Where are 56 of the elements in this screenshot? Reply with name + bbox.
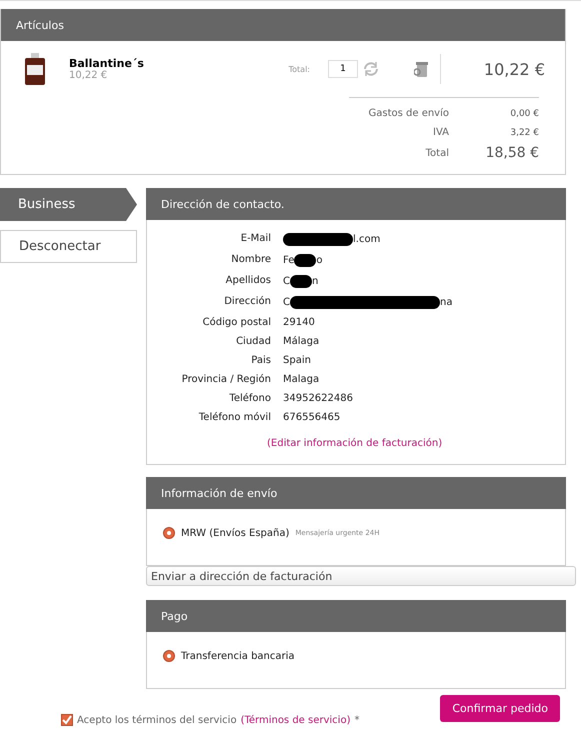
summary-value: 0,00 € xyxy=(510,108,539,118)
confirm-button[interactable]: Confirmar pedido xyxy=(440,695,560,722)
bottle-icon xyxy=(23,53,47,85)
payment-header: Pago xyxy=(146,600,566,632)
sidebar-item[interactable]: Business xyxy=(0,188,137,221)
option-label: Transferencia bancaria xyxy=(181,650,295,662)
field-value: Spain xyxy=(283,355,311,366)
field-value: 34952622486 xyxy=(283,393,353,404)
field-label: E-Mail xyxy=(240,233,271,246)
product-name: Ballantine´s xyxy=(69,57,144,70)
contact-header: Dirección de contacto. xyxy=(146,188,566,220)
field-label: Teléfono xyxy=(228,393,271,404)
articles-header: Artículos xyxy=(1,9,565,41)
field-label: Apellidos xyxy=(224,275,271,288)
field-value: Málaga xyxy=(283,336,320,347)
summary-value: 3,22 € xyxy=(510,128,539,138)
field-value: l.com xyxy=(353,234,380,245)
radio-button[interactable] xyxy=(163,527,175,539)
required-mark: * xyxy=(354,714,360,726)
redaction-mark xyxy=(290,275,312,288)
field-value: C xyxy=(283,297,290,308)
field-label: Teléfono móvil xyxy=(198,412,271,423)
field-value: na xyxy=(440,297,452,308)
option-label: MRW (Envíos España) xyxy=(181,528,290,538)
terms-text: Acepto los términos del servicio xyxy=(77,714,237,726)
field-value: n xyxy=(312,276,318,287)
field-label: Ciudad xyxy=(235,336,271,347)
radio-button[interactable] xyxy=(163,650,175,662)
quantity-field[interactable]: 1 xyxy=(328,60,358,78)
summary-label: IVA xyxy=(432,127,449,138)
field-value: C xyxy=(283,276,290,287)
sidebar-item[interactable]: Desconectar xyxy=(0,230,137,263)
total-label: Total: xyxy=(288,64,310,74)
redaction-mark xyxy=(283,233,353,246)
field-label: Pais xyxy=(250,355,271,366)
summary-label: Gastos de envío xyxy=(368,108,449,119)
address-select[interactable]: Enviar a dirección de facturación xyxy=(146,566,576,586)
shipping-header: Información de envío xyxy=(146,477,566,509)
field-label: Código postal xyxy=(202,317,271,328)
terms-checkbox[interactable] xyxy=(61,714,73,726)
field-value: 676556465 xyxy=(283,412,340,423)
terms-link[interactable]: (Términos de servicio) xyxy=(240,714,350,726)
unit-price: 10,22 € xyxy=(69,70,108,81)
field-value: 29140 xyxy=(283,317,315,328)
redaction-mark xyxy=(294,254,316,267)
field-label: Nombre xyxy=(230,254,271,267)
trash-icon[interactable] xyxy=(414,61,428,77)
field-value: o xyxy=(316,255,322,266)
field-label: Dirección xyxy=(223,296,271,309)
edit-billing-link[interactable]: (Editar información de facturación) xyxy=(267,438,442,449)
field-value: Malaga xyxy=(283,374,320,385)
line-total: 10,22 € xyxy=(440,54,545,84)
field-value: Fe xyxy=(283,255,294,266)
summary-label: Total xyxy=(424,148,449,158)
field-label: Provincia / Región xyxy=(180,374,271,385)
summary-value: 18,58 € xyxy=(486,145,539,161)
